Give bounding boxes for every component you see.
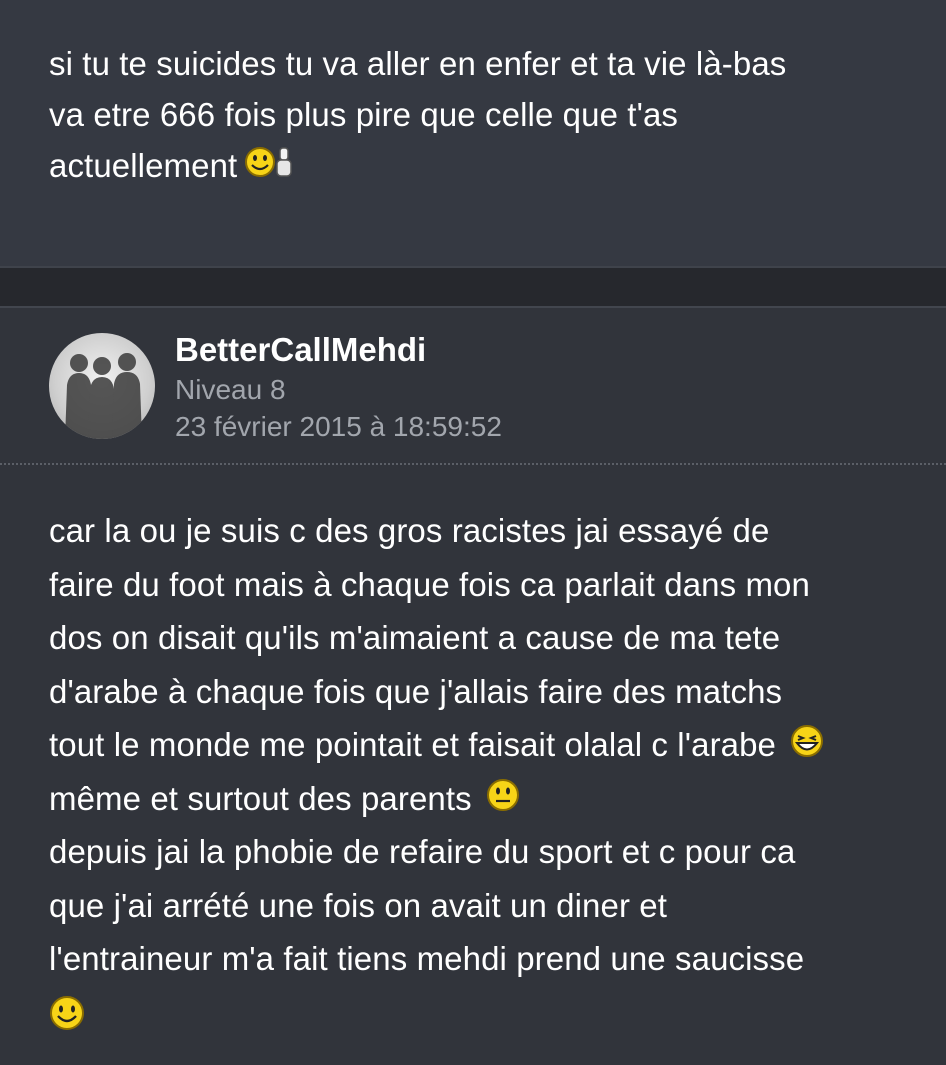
post-line: car la ou je suis c des gros racistes ja… [49,512,770,549]
post-line [49,986,929,1040]
post-line: même et surtout des parents [49,772,929,826]
post-date[interactable]: 23 février 2015 à 18:59:52 [175,409,502,445]
smile-smiley-icon [49,995,85,1031]
thumbs-up-smiley-icon [243,142,301,182]
post-separator [0,268,946,308]
previous-post: si tu te suicides tu va aller en enfer e… [0,0,946,268]
post-line: l'entraineur m'a fait tiens mehdi prend … [49,940,805,977]
post-line: d'arabe à chaque fois que j'allais faire… [49,672,783,710]
post-line: depuis jai la phobie de refaire du sport… [49,833,796,870]
author-name[interactable]: BetterCallMehdi [175,328,426,372]
post-line-text: tout le monde me pointait et faisait ola… [49,726,777,763]
author-level: Niveau 8 [175,374,286,405]
forum-post: BetterCallMehdi Niveau 8 23 février 2015… [0,308,946,1065]
previous-post-text: si tu te suicides tu va aller en enfer e… [49,38,909,191]
previous-post-line: actuellement [49,140,909,191]
laughing-smiley-icon [790,724,824,758]
post-body: car la ou je suis c des gros racistes ja… [49,504,929,1039]
post-line: dos on disait qu'ils m'aimaient a cause … [49,619,781,656]
post-line: que j'ai arrété une fois on avait un din… [49,886,668,924]
header-divider [0,463,946,465]
neutral-smiley-icon [486,778,520,812]
post-line: faire du foot mais à chaque fois ca parl… [49,565,810,603]
previous-post-line: va etre 666 fois plus pire que celle que… [49,96,679,133]
previous-post-line: si tu te suicides tu va aller en enfer e… [49,45,787,82]
avatar[interactable] [49,333,155,439]
post-line-text: même et surtout des parents [49,779,472,817]
avatar-silhouettes-icon [65,353,142,439]
previous-post-line-text: actuellement [49,147,238,184]
post-line: tout le monde me pointait et faisait ola… [49,718,929,772]
